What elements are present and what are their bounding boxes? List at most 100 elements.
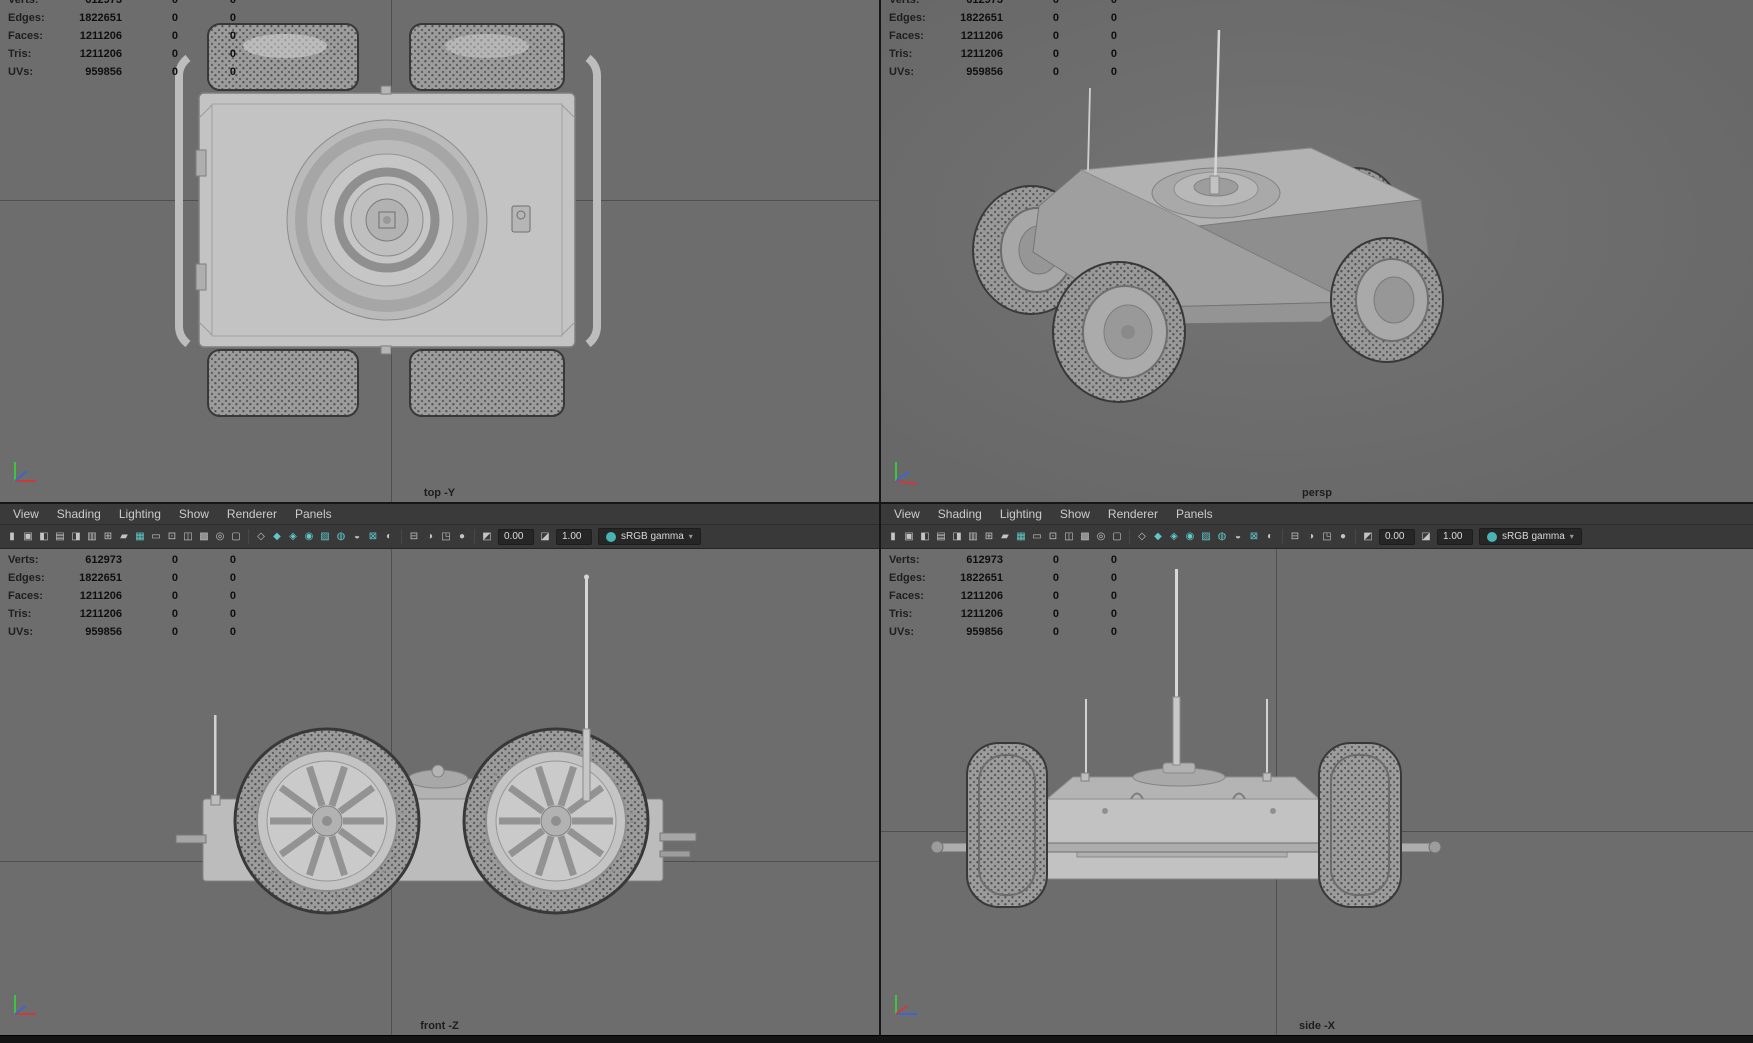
gate-mask-icon[interactable]: ◫: [180, 529, 196, 545]
shaded-icon[interactable]: ◆: [269, 529, 285, 545]
image-plane-icon[interactable]: ▥: [84, 529, 100, 545]
select-camera-icon[interactable]: ▣: [20, 529, 36, 545]
camera-attributes-icon[interactable]: ▤: [52, 529, 68, 545]
stat-value: 0: [171, 590, 178, 602]
use-all-lights-icon[interactable]: ◉: [301, 529, 317, 545]
menu-item[interactable]: Lighting: [991, 505, 1051, 523]
gate-mask-icon[interactable]: ◫: [1061, 529, 1077, 545]
shaded-icon[interactable]: ◆: [1150, 529, 1166, 545]
safe-title-icon[interactable]: ▢: [1109, 529, 1125, 545]
lock-camera-icon[interactable]: ◧: [36, 529, 52, 545]
wireframe-on-shaded-icon[interactable]: ◳: [438, 529, 454, 545]
viewport-label: front -Z: [420, 1020, 459, 1032]
stat-value: 612973: [966, 0, 1003, 6]
grid-icon[interactable]: ▦: [132, 529, 148, 545]
depth-of-field-icon[interactable]: ◐: [381, 529, 397, 545]
default-material-icon[interactable]: ●: [1335, 529, 1351, 545]
viewport-persp-canvas[interactable]: Verts: 612973 0 0 Edges: 1822651 0 0 Fac…: [881, 0, 1753, 502]
textured-icon[interactable]: ◈: [285, 529, 301, 545]
stat-value: 1211206: [960, 590, 1003, 602]
film-gate-icon[interactable]: ▭: [1029, 529, 1045, 545]
panel-toolbar: ▮ ▣ ◧ ▤ ◨ ▥ ⊞ ▰ ▦ ▭ ⊡ ◫ ▩ ◎ ▢ ◇ ◆ ◈ ◉ ▨ ◍ ◒ ⊠ ◐ ⊟ ◑ ◳ ● ◩ 0.00 ◪ …: [881, 525, 1753, 549]
menu-item[interactable]: Shading: [48, 505, 110, 523]
exposure-field[interactable]: 0.00: [498, 528, 534, 545]
stat-label: Verts:: [889, 0, 920, 6]
safe-action-icon[interactable]: ◎: [1093, 529, 1109, 545]
isolate-select-icon[interactable]: ⊟: [1287, 529, 1303, 545]
anti-aliasing-icon[interactable]: ⊠: [1246, 529, 1262, 545]
field-chart-icon[interactable]: ▩: [1077, 529, 1093, 545]
wireframe-icon[interactable]: ◇: [1134, 529, 1150, 545]
safe-title-icon[interactable]: ▢: [228, 529, 244, 545]
wireframe-icon[interactable]: ◇: [253, 529, 269, 545]
menu-item[interactable]: Lighting: [110, 505, 170, 523]
stat-value: 1822651: [960, 572, 1003, 584]
shadows-icon[interactable]: ▨: [1198, 529, 1214, 545]
screen-space-ao-icon[interactable]: ◍: [1214, 529, 1230, 545]
anti-aliasing-icon[interactable]: ⊠: [365, 529, 381, 545]
grid-icon[interactable]: ▦: [1013, 529, 1029, 545]
shadows-icon[interactable]: ▨: [317, 529, 333, 545]
wireframe-on-shaded-icon[interactable]: ◳: [1319, 529, 1335, 545]
menu-item[interactable]: View: [885, 505, 929, 523]
panel-divider-vertical[interactable]: [879, 0, 881, 1035]
toolbar-grip-icon[interactable]: ▮: [4, 529, 20, 545]
viewport-side-canvas[interactable]: Verts: 612973 0 0 Edges: 1822651 0 0 Fac…: [881, 549, 1753, 1035]
grease-pencil-icon[interactable]: ▰: [997, 529, 1013, 545]
stat-row: Tris: 1211206 0 0: [889, 45, 1117, 63]
film-gate-icon[interactable]: ▭: [148, 529, 164, 545]
motion-blur-icon[interactable]: ◒: [1230, 529, 1246, 545]
textured-icon[interactable]: ◈: [1166, 529, 1182, 545]
axis-gizmo: [14, 462, 36, 482]
menu-item[interactable]: Renderer: [1099, 505, 1167, 523]
two-d-pan-zoom-icon[interactable]: ⊞: [981, 529, 997, 545]
menu-item[interactable]: Panels: [286, 505, 341, 523]
panel-divider-horizontal[interactable]: [0, 502, 1753, 504]
exposure-field[interactable]: 0.00: [1379, 528, 1415, 545]
view-transform-dropdown[interactable]: sRGB gamma ▾: [598, 528, 701, 545]
two-d-pan-zoom-icon[interactable]: ⊞: [100, 529, 116, 545]
screen-space-ao-icon[interactable]: ◍: [333, 529, 349, 545]
view-transform-dropdown[interactable]: sRGB gamma ▾: [1479, 528, 1582, 545]
viewport-front-canvas[interactable]: Verts: 612973 0 0 Edges: 1822651 0 0 Fac…: [0, 549, 879, 1035]
depth-of-field-icon[interactable]: ◐: [1262, 529, 1278, 545]
grease-pencil-icon[interactable]: ▰: [116, 529, 132, 545]
use-all-lights-icon[interactable]: ◉: [1182, 529, 1198, 545]
default-material-icon[interactable]: ●: [454, 529, 470, 545]
gamma-field[interactable]: 1.00: [1437, 528, 1473, 545]
menu-item[interactable]: Show: [170, 505, 218, 523]
menu-item[interactable]: Shading: [929, 505, 991, 523]
field-chart-icon[interactable]: ▩: [196, 529, 212, 545]
camera-attributes-icon[interactable]: ▤: [933, 529, 949, 545]
x-ray-icon[interactable]: ◑: [422, 529, 438, 545]
safe-action-icon[interactable]: ◎: [212, 529, 228, 545]
toolbar-grip-icon[interactable]: ▮: [885, 529, 901, 545]
select-camera-icon[interactable]: ▣: [901, 529, 917, 545]
stat-value: 0: [1110, 572, 1117, 584]
gamma-icon[interactable]: ◪: [537, 529, 553, 545]
bookmarks-icon[interactable]: ◨: [68, 529, 84, 545]
image-plane-icon[interactable]: ▥: [965, 529, 981, 545]
stat-value: 0: [1052, 66, 1059, 78]
menu-item[interactable]: Panels: [1167, 505, 1222, 523]
resolution-gate-icon[interactable]: ⊡: [164, 529, 180, 545]
menu-item[interactable]: Renderer: [218, 505, 286, 523]
menu-item[interactable]: View: [4, 505, 48, 523]
isolate-select-icon[interactable]: ⊟: [406, 529, 422, 545]
stat-value: 0: [171, 608, 178, 620]
menu-item[interactable]: Show: [1051, 505, 1099, 523]
gamma-icon[interactable]: ◪: [1418, 529, 1434, 545]
gamma-field[interactable]: 1.00: [556, 528, 592, 545]
exposure-icon[interactable]: ◩: [1360, 529, 1376, 545]
motion-blur-icon[interactable]: ◒: [349, 529, 365, 545]
resolution-gate-icon[interactable]: ⊡: [1045, 529, 1061, 545]
x-ray-icon[interactable]: ◑: [1303, 529, 1319, 545]
viewport-top-canvas[interactable]: Verts: 612973 0 0 Edges: 1822651 0 0 Fac…: [0, 0, 879, 502]
stat-label: Tris:: [889, 608, 913, 620]
stat-value: 1211206: [960, 48, 1003, 60]
bookmarks-icon[interactable]: ◨: [949, 529, 965, 545]
lock-camera-icon[interactable]: ◧: [917, 529, 933, 545]
stat-value: 0: [1110, 626, 1117, 638]
exposure-icon[interactable]: ◩: [479, 529, 495, 545]
panel-menubar: View Shading Lighting Show Renderer Panels: [0, 504, 879, 525]
